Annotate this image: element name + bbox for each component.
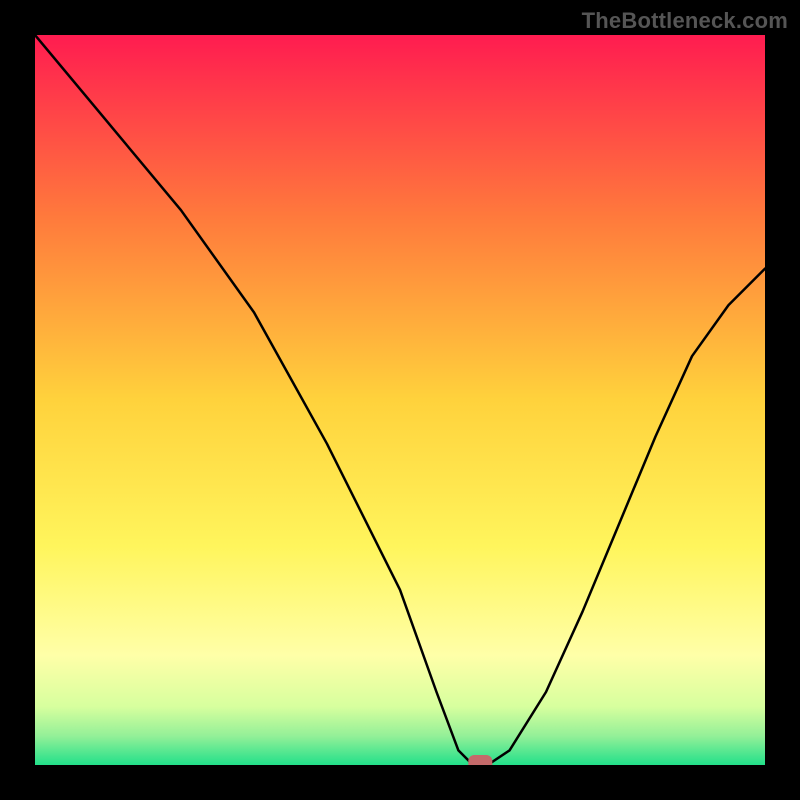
plot-area [35, 35, 765, 765]
watermark-text: TheBottleneck.com [582, 8, 788, 34]
chart-container: TheBottleneck.com [0, 0, 800, 800]
gradient-background [35, 35, 765, 765]
chart-svg [35, 35, 765, 765]
optimum-marker [468, 755, 492, 765]
